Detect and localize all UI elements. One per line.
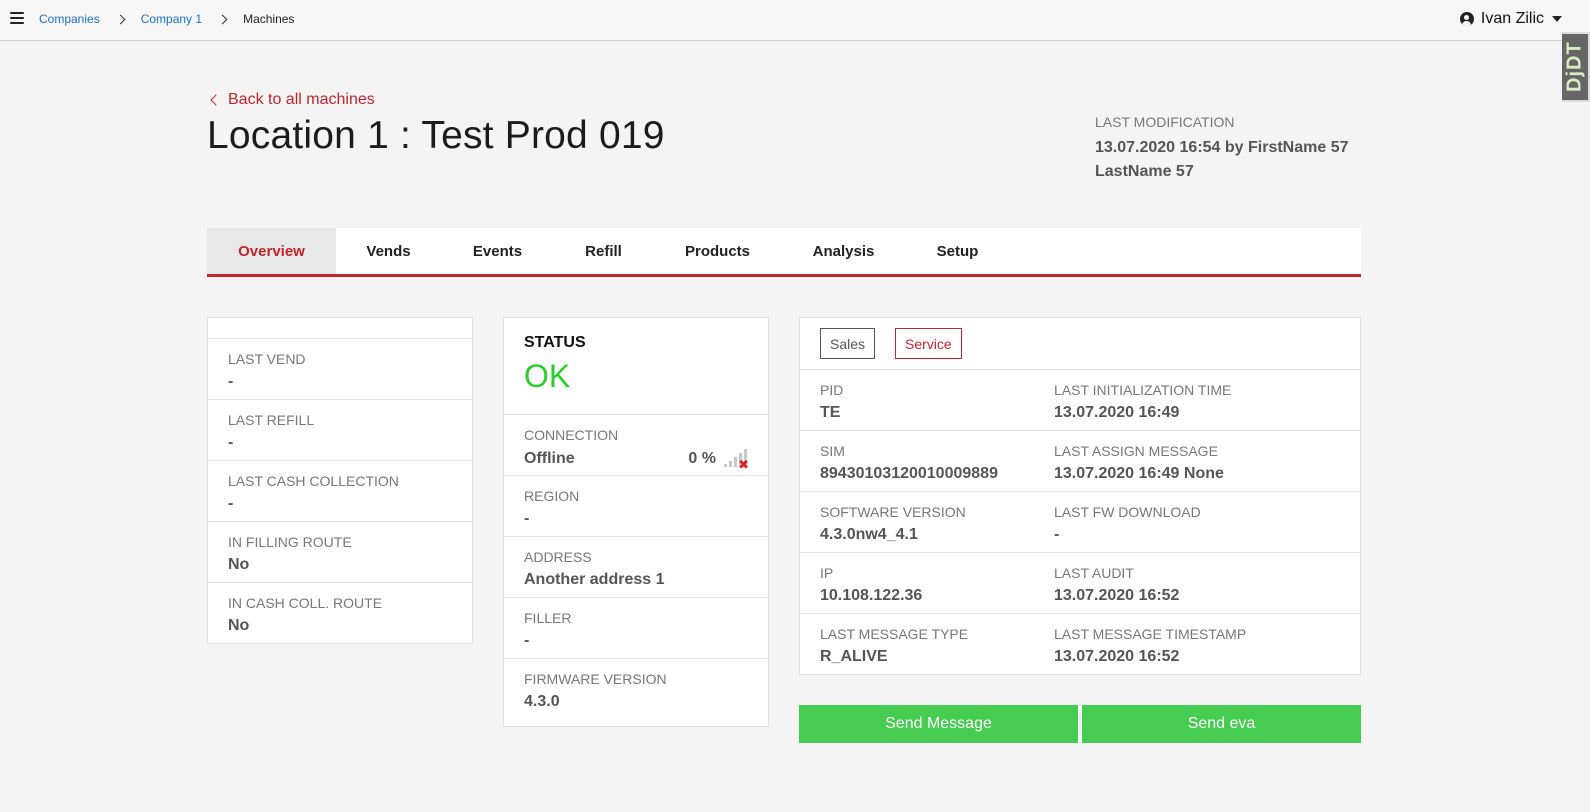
field-value: 8943010312001000988​9 <box>820 465 998 482</box>
send-eva-button[interactable]: Send eva <box>1082 705 1361 743</box>
user-name: Ivan Zilic <box>1480 10 1544 27</box>
connection-value: Offline <box>524 450 575 467</box>
user-avatar-icon <box>1459 12 1474 26</box>
field-label: REGION <box>524 488 580 504</box>
field-value: - <box>1054 526 1060 543</box>
field-value: TE <box>820 404 841 421</box>
field-label: SOFTWARE VERSION <box>820 504 966 520</box>
field-value: 10.108.122.36 <box>820 587 923 604</box>
field-value: - <box>228 434 234 451</box>
breadcrumb: Companies Company 1 Machines <box>39 12 294 26</box>
user-menu[interactable]: Ivan Zilic <box>1459 10 1562 28</box>
chevron-right-icon <box>115 14 126 24</box>
field-value: 4.3.0nw4_4.1 <box>820 526 918 543</box>
breadcrumb-companies[interactable]: Companies <box>39 12 100 26</box>
tab-analysis[interactable]: Analysis <box>782 228 905 274</box>
status-card: STATUS OK CONNECTION Offline 0 % ✖ REGIO… <box>503 317 769 727</box>
in-filling-route-row: IN FILLING ROUTE No <box>208 522 472 583</box>
caret-down-icon <box>1552 16 1562 22</box>
status-value: OK <box>524 358 571 394</box>
device-details-card: Sales Service PID TE LAST INITIALIZATION … <box>799 317 1361 675</box>
field-label: IN CASH COLL. ROUTE <box>228 595 383 611</box>
field-value: - <box>524 632 530 649</box>
field-label: LAST MESSAGE TYPE <box>820 626 969 642</box>
last-cash-collection-row: LAST CASH COLLECTION - <box>208 461 472 522</box>
detail-row: SIM 8943010312001000988​9 LAST ASSIGN MES… <box>800 431 1360 492</box>
tab-setup[interactable]: Setup <box>905 228 1010 274</box>
address-row: ADDRESS Another address 1 <box>504 537 768 598</box>
field-label: LAST FW DOWNLOAD <box>1054 504 1201 520</box>
field-label: LAST CASH COLLECTION <box>228 473 399 489</box>
back-to-machines-link[interactable]: Back to all machines <box>209 91 375 109</box>
status-title: STATUS <box>524 334 586 351</box>
field-value: R_ALIVE <box>820 648 888 665</box>
detail-row: PID TE LAST INITIALIZATION TIME 13.07.2020… <box>800 370 1360 431</box>
field-label: IN FILLING ROUTE <box>228 534 352 550</box>
breadcrumb-company[interactable]: Company 1 <box>141 12 202 26</box>
back-link-label: Back to all machines <box>228 91 375 108</box>
field-label: FIRMWARE VERSION <box>524 671 667 687</box>
in-cash-coll-route-row: IN CASH COLL. ROUTE No <box>208 583 472 644</box>
field-label: FILLER <box>524 610 572 626</box>
debug-toolbar-handle[interactable]: DjDT <box>1562 32 1590 102</box>
field-label: LAST REFILL <box>228 412 315 428</box>
region-row: REGION - <box>504 476 768 537</box>
field-value: - <box>228 495 234 512</box>
sales-button[interactable]: Sales <box>820 328 876 359</box>
tab-vends[interactable]: Vends <box>336 228 441 274</box>
tab-refill[interactable]: Refill <box>554 228 653 274</box>
tab-products[interactable]: Products <box>653 228 782 274</box>
field-label: IP <box>820 565 834 581</box>
field-label: ADDRESS <box>524 549 592 565</box>
page-title: Location 1 : Test Prod 019 <box>207 114 665 157</box>
detail-row: SOFTWARE VERSION 4.3.0nw4_4.1 LAST FW DOW… <box>800 492 1360 553</box>
top-bar: Companies Company 1 Machines Ivan Zilic <box>0 0 1590 41</box>
chevron-right-icon <box>217 14 228 24</box>
card-spacer <box>208 318 472 339</box>
tab-bar: Overview Vends Events Refill Products An… <box>207 228 1361 277</box>
field-label: SIM <box>820 443 845 459</box>
last-refill-row: LAST REFILL - <box>208 400 472 461</box>
field-value: 13.07.2020 16:49 None <box>1054 465 1224 482</box>
last-vend-row: LAST VEND - <box>208 339 472 400</box>
last-modification: LAST MODIFICATION 13.07.2020 16:54 by Fi… <box>1095 114 1365 184</box>
last-modification-label: LAST MODIFICATION <box>1095 114 1235 130</box>
signal-percent: 0 % <box>688 450 716 467</box>
connection-row: CONNECTION Offline 0 % ✖ <box>504 415 768 476</box>
field-value: 4.3.0 <box>524 693 560 710</box>
field-label: PID <box>820 382 844 398</box>
firmware-version-row: FIRMWARE VERSION 4.3.0 <box>504 659 768 720</box>
service-button[interactable]: Service <box>895 328 962 359</box>
filler-row: FILLER - <box>504 598 768 659</box>
detail-row: LAST MESSAGE TYPE R_ALIVE LAST MESSAGE TI… <box>800 614 1360 675</box>
last-modification-value: 13.07.2020 16:54 by FirstName 57 LastNam… <box>1095 139 1349 180</box>
breadcrumb-current: Machines <box>243 12 295 26</box>
view-toggle: Sales Service <box>800 318 1360 370</box>
field-label: LAST VEND <box>228 351 306 367</box>
field-value: No <box>228 617 250 634</box>
no-signal-icon: ✖ <box>724 449 749 471</box>
send-message-button[interactable]: Send Message <box>799 705 1078 743</box>
tab-events[interactable]: Events <box>441 228 554 274</box>
field-label: CONNECTION <box>524 427 619 443</box>
field-value: Another address 1 <box>524 571 665 588</box>
machine-summary-card: LAST VEND - LAST REFILL - LAST CASH COLL… <box>207 317 473 644</box>
chevron-left-icon <box>210 94 222 106</box>
field-label: LAST AUDIT <box>1054 565 1134 581</box>
field-value: - <box>228 373 234 390</box>
field-label: LAST INITIALIZATION TIME <box>1054 382 1232 398</box>
field-value: - <box>524 510 530 527</box>
detail-row: IP 10.108.122.36 LAST AUDIT 13.07.2020 16:… <box>800 553 1360 614</box>
status-block: STATUS OK <box>504 318 768 415</box>
field-value: 13.07.2020 16:52 <box>1054 648 1180 665</box>
field-label: LAST ASSIGN MESSAGE <box>1054 443 1218 459</box>
hamburger-menu-icon[interactable] <box>10 12 24 25</box>
tab-overview[interactable]: Overview <box>207 228 336 274</box>
field-value: No <box>228 556 250 573</box>
field-value: 13.07.2020 16:52 <box>1054 587 1180 604</box>
field-value: 13.07.2020 16:49 <box>1054 404 1180 421</box>
field-label: LAST MESSAGE TIMESTAMP <box>1054 626 1247 642</box>
